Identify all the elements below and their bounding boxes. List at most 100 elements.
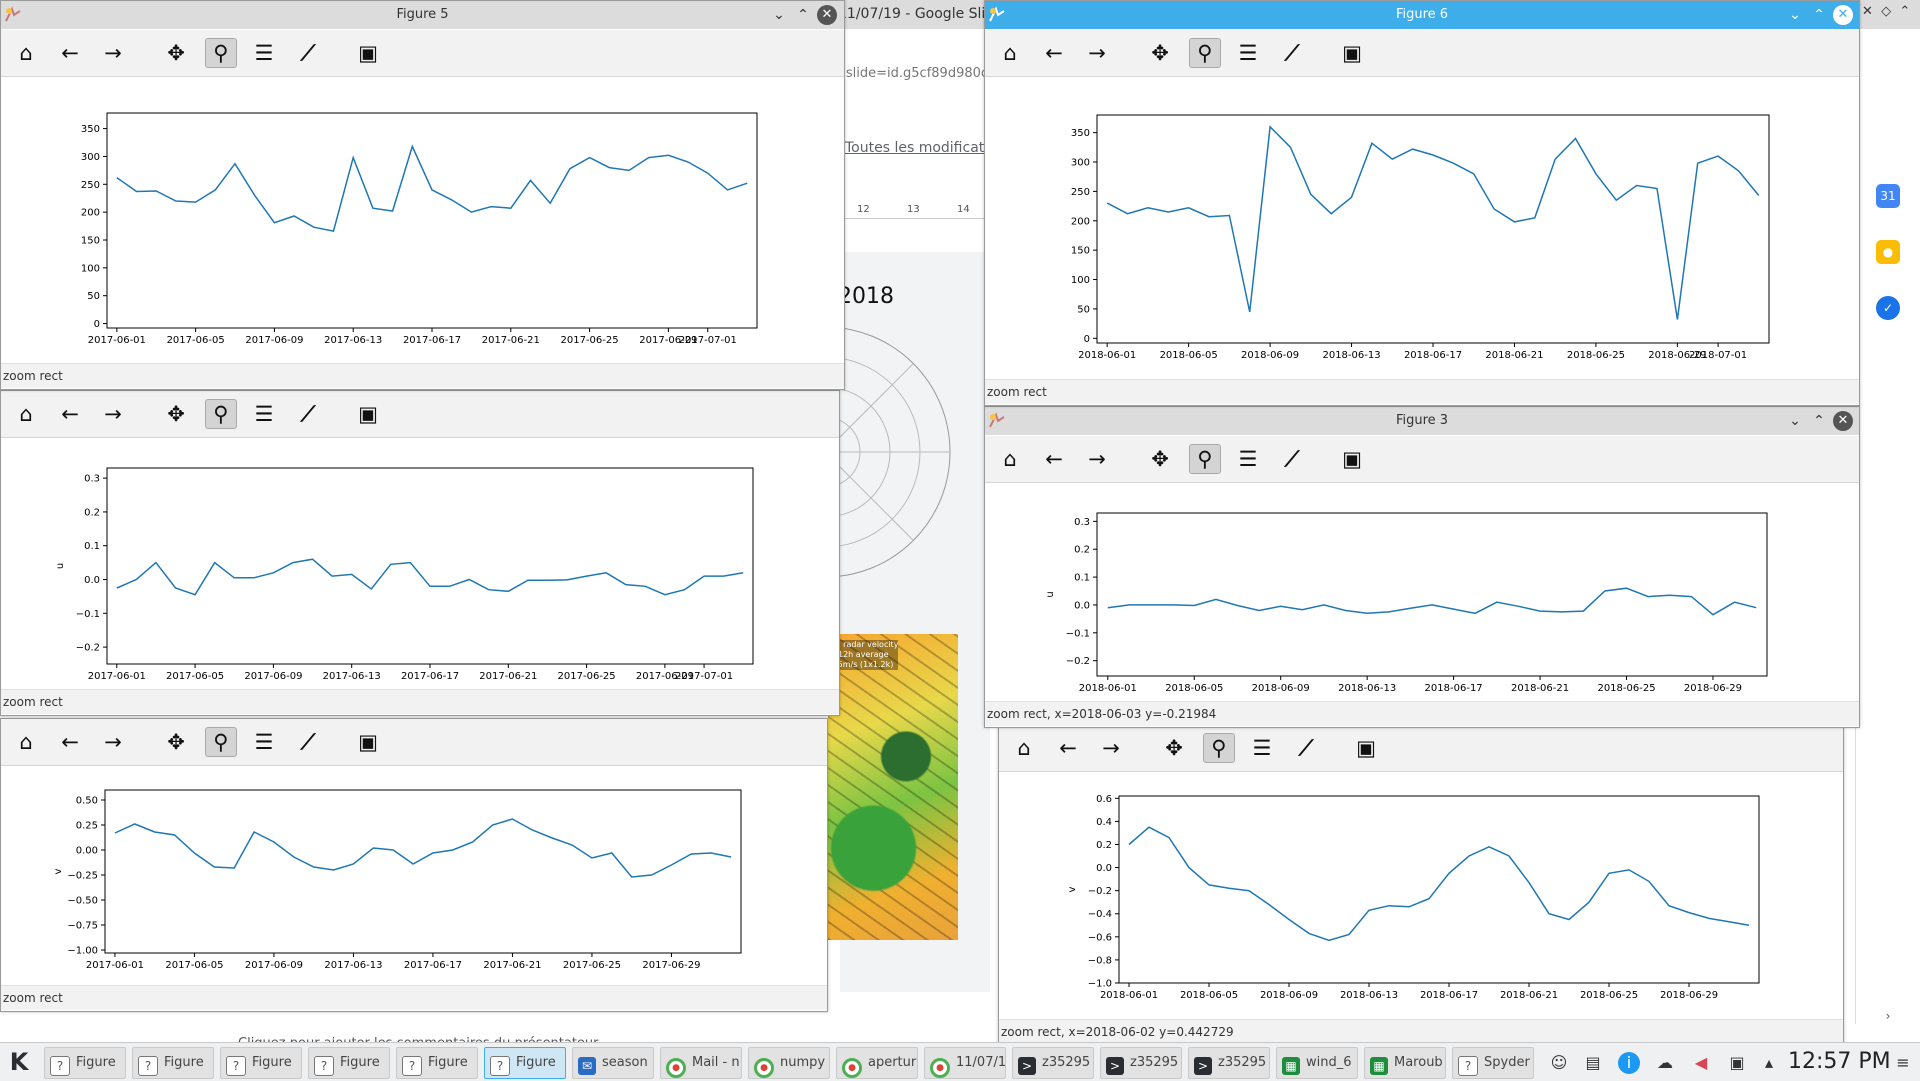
show-desktop-icon[interactable]: ≡ <box>1892 1052 1914 1074</box>
save-floppy-button[interactable]: ▣ <box>353 39 383 67</box>
forward-arrow-button[interactable]: → <box>98 400 128 428</box>
zoom-magnifier-button[interactable]: ⚲ <box>205 38 237 68</box>
tasks-icon[interactable]: ✓ <box>1876 296 1900 320</box>
chevron-right-icon[interactable]: › <box>1876 1004 1900 1028</box>
user-switch-icon[interactable]: ☺ <box>1548 1052 1570 1074</box>
pan-move-button[interactable]: ✥ <box>1159 734 1189 762</box>
taskbar-item[interactable]: ● numpy <box>748 1047 830 1079</box>
window-titlebar[interactable]: Figure 3 ⌄ ⌃ ✕ <box>985 407 1859 435</box>
home-button[interactable]: ⌂ <box>11 39 41 67</box>
save-floppy-button[interactable]: ▣ <box>1337 39 1367 67</box>
taskbar-item[interactable]: ? Figure <box>132 1047 214 1079</box>
zoom-magnifier-button[interactable]: ⚲ <box>1189 444 1221 474</box>
back-arrow-button[interactable]: ← <box>1039 445 1069 473</box>
volume-muted-icon[interactable]: ◀ <box>1690 1052 1712 1074</box>
home-button[interactable]: ⌂ <box>11 400 41 428</box>
configure-subplots-button[interactable]: ☰ <box>1247 734 1277 762</box>
edit-axis-button[interactable]: ⟋ <box>293 39 323 67</box>
forward-arrow-button[interactable]: → <box>98 728 128 756</box>
taskbar-item[interactable]: > z35295 <box>1012 1047 1094 1079</box>
configure-subplots-button[interactable]: ☰ <box>1233 445 1263 473</box>
window-titlebar[interactable]: Figure 5 ⌄ ⌃ ✕ <box>1 1 844 29</box>
minimize-icon[interactable]: ⌄ <box>1785 5 1805 25</box>
taskbar-item[interactable]: ? Spyder <box>1452 1047 1534 1079</box>
maximize-icon[interactable]: ⌃ <box>793 5 813 25</box>
figure-window-v-2018[interactable]: ⌂ ← → ✥ ⚲ ☰ ⟋ ▣ −1.0 −0.8 −0.6 −0.4 −0.2 0.0 0.2 0.4 0.… <box>998 724 1844 1044</box>
save-floppy-button[interactable]: ▣ <box>1337 445 1367 473</box>
pan-move-button[interactable]: ✥ <box>161 400 191 428</box>
configure-subplots-button[interactable]: ☰ <box>249 39 279 67</box>
back-arrow-button[interactable]: ← <box>55 728 85 756</box>
plot-area[interactable]: −0.2 −0.1 0.0 0.1 0.2 0.3 2018-06-01 2018-06-05… <box>985 483 1859 701</box>
edit-axis-button[interactable]: ⟋ <box>293 728 323 756</box>
taskbar-item[interactable]: ▦ wind_6 <box>1276 1047 1358 1079</box>
save-floppy-button[interactable]: ▣ <box>1351 734 1381 762</box>
info-icon[interactable]: i <box>1618 1052 1640 1074</box>
taskbar-item[interactable]: ● Mail - n <box>660 1047 742 1079</box>
home-button[interactable]: ⌂ <box>995 445 1025 473</box>
minimize-icon[interactable]: ⌄ <box>769 5 789 25</box>
forward-arrow-button[interactable]: → <box>1082 39 1112 67</box>
figure-window-5[interactable]: Figure 5 ⌄ ⌃ ✕ ⌂ ← → ✥ ⚲ ☰ ⟋ ▣ 0 50 100 150 200 250 3… <box>0 0 845 390</box>
zoom-magnifier-button[interactable]: ⚲ <box>205 399 237 429</box>
pan-move-button[interactable]: ✥ <box>1145 445 1175 473</box>
back-arrow-button[interactable]: ← <box>55 39 85 67</box>
figure-window-6[interactable]: Figure 6 ⌄ ⌃ ✕ ⌂ ← → ✥ ⚲ ☰ ⟋ ▣ 0 50 100 150 200 250 3… <box>984 0 1860 406</box>
browser-window-controls[interactable]: ✕ ◇ ⌃ <box>1862 4 1920 24</box>
taskbar-item[interactable]: ? Figure <box>484 1047 566 1079</box>
zoom-magnifier-button[interactable]: ⚲ <box>205 727 237 757</box>
figure-window-3[interactable]: Figure 3 ⌄ ⌃ ✕ ⌂ ← → ✥ ⚲ ☰ ⟋ ▣ −0.2 −0.1 0.0 0.1 0.… <box>984 406 1860 728</box>
forward-arrow-button[interactable]: → <box>1096 734 1126 762</box>
tray-expand-icon[interactable]: ▴ <box>1758 1052 1780 1074</box>
plot-area[interactable]: −1.0 −0.8 −0.6 −0.4 −0.2 0.0 0.2 0.4 0.6 2018-06-… <box>999 772 1843 1019</box>
close-icon[interactable]: ✕ <box>817 5 837 25</box>
pan-move-button[interactable]: ✥ <box>1145 39 1175 67</box>
edit-axis-button[interactable]: ⟋ <box>1291 734 1321 762</box>
edit-axis-button[interactable]: ⟋ <box>1277 39 1307 67</box>
pan-move-button[interactable]: ✥ <box>161 728 191 756</box>
application-launcher-icon[interactable]: K <box>4 1047 34 1077</box>
save-floppy-button[interactable]: ▣ <box>353 728 383 756</box>
plot-area[interactable]: 0 50 100 150 200 250 300 350 2017-06-01 2017-06-0… <box>1 77 844 363</box>
home-button[interactable]: ⌂ <box>1009 734 1039 762</box>
keep-above-icon[interactable]: ✕ ◇ ⌃ <box>1862 4 1910 19</box>
taskbar-item[interactable]: ? Figure <box>44 1047 126 1079</box>
taskbar-item[interactable]: ? Figure <box>308 1047 390 1079</box>
close-icon[interactable]: ✕ <box>1833 5 1853 25</box>
figure-window-u-2017[interactable]: ⌂ ← → ✥ ⚲ ☰ ⟋ ▣ −0.2 −0.1 0.0 0.1 0.2 0.3 2017-06-01 2… <box>0 390 840 716</box>
edit-axis-button[interactable]: ⟋ <box>293 400 323 428</box>
calendar-icon[interactable]: 31 <box>1876 184 1900 208</box>
figure-window-v-2017[interactable]: ⌂ ← → ✥ ⚲ ☰ ⟋ ▣ −1.00 −0.75 −0.50 −0.25 0.00 0.25 0.5… <box>0 718 828 1012</box>
window-titlebar[interactable]: Figure 6 ⌄ ⌃ ✕ <box>985 1 1859 29</box>
forward-arrow-button[interactable]: → <box>1082 445 1112 473</box>
forward-arrow-button[interactable]: → <box>98 39 128 67</box>
taskbar-item[interactable]: ? Figure <box>220 1047 302 1079</box>
taskbar-item[interactable]: > z35295 <box>1188 1047 1270 1079</box>
maximize-icon[interactable]: ⌃ <box>1809 5 1829 25</box>
taskbar-item[interactable]: ▦ Maroub <box>1364 1047 1446 1079</box>
clock[interactable]: 12:57 PM <box>1788 1049 1891 1074</box>
minimize-icon[interactable]: ⌄ <box>1785 411 1805 431</box>
back-arrow-button[interactable]: ← <box>1053 734 1083 762</box>
save-floppy-button[interactable]: ▣ <box>353 400 383 428</box>
network-icon[interactable]: ▣ <box>1726 1052 1748 1074</box>
configure-subplots-button[interactable]: ☰ <box>249 400 279 428</box>
cloud-sync-icon[interactable]: ☁ <box>1654 1052 1676 1074</box>
taskbar-item[interactable]: ● 11/07/1 <box>924 1047 1006 1079</box>
taskbar-item[interactable]: ● apertur <box>836 1047 918 1079</box>
back-arrow-button[interactable]: ← <box>55 400 85 428</box>
home-button[interactable]: ⌂ <box>995 39 1025 67</box>
taskbar-item[interactable]: ✉ season <box>572 1047 654 1079</box>
maximize-icon[interactable]: ⌃ <box>1809 411 1829 431</box>
zoom-magnifier-button[interactable]: ⚲ <box>1189 38 1221 68</box>
pan-move-button[interactable]: ✥ <box>161 39 191 67</box>
taskbar-item[interactable]: > z35295 <box>1100 1047 1182 1079</box>
plot-area[interactable]: −1.00 −0.75 −0.50 −0.25 0.00 0.25 0.50 2017-06-… <box>1 766 827 985</box>
plot-area[interactable]: −0.2 −0.1 0.0 0.1 0.2 0.3 2017-06-01 2017-06-05… <box>1 438 839 689</box>
edit-axis-button[interactable]: ⟋ <box>1277 445 1307 473</box>
keep-icon[interactable]: ● <box>1876 240 1900 264</box>
plot-area[interactable]: 0 50 100 150 200 250 300 350 2018-06-01 2018-06-0… <box>985 77 1859 379</box>
browser-url-text[interactable]: #slide=id.g5cf89d980c_0_17 <box>835 66 995 94</box>
close-icon[interactable]: ✕ <box>1833 411 1853 431</box>
back-arrow-button[interactable]: ← <box>1039 39 1069 67</box>
